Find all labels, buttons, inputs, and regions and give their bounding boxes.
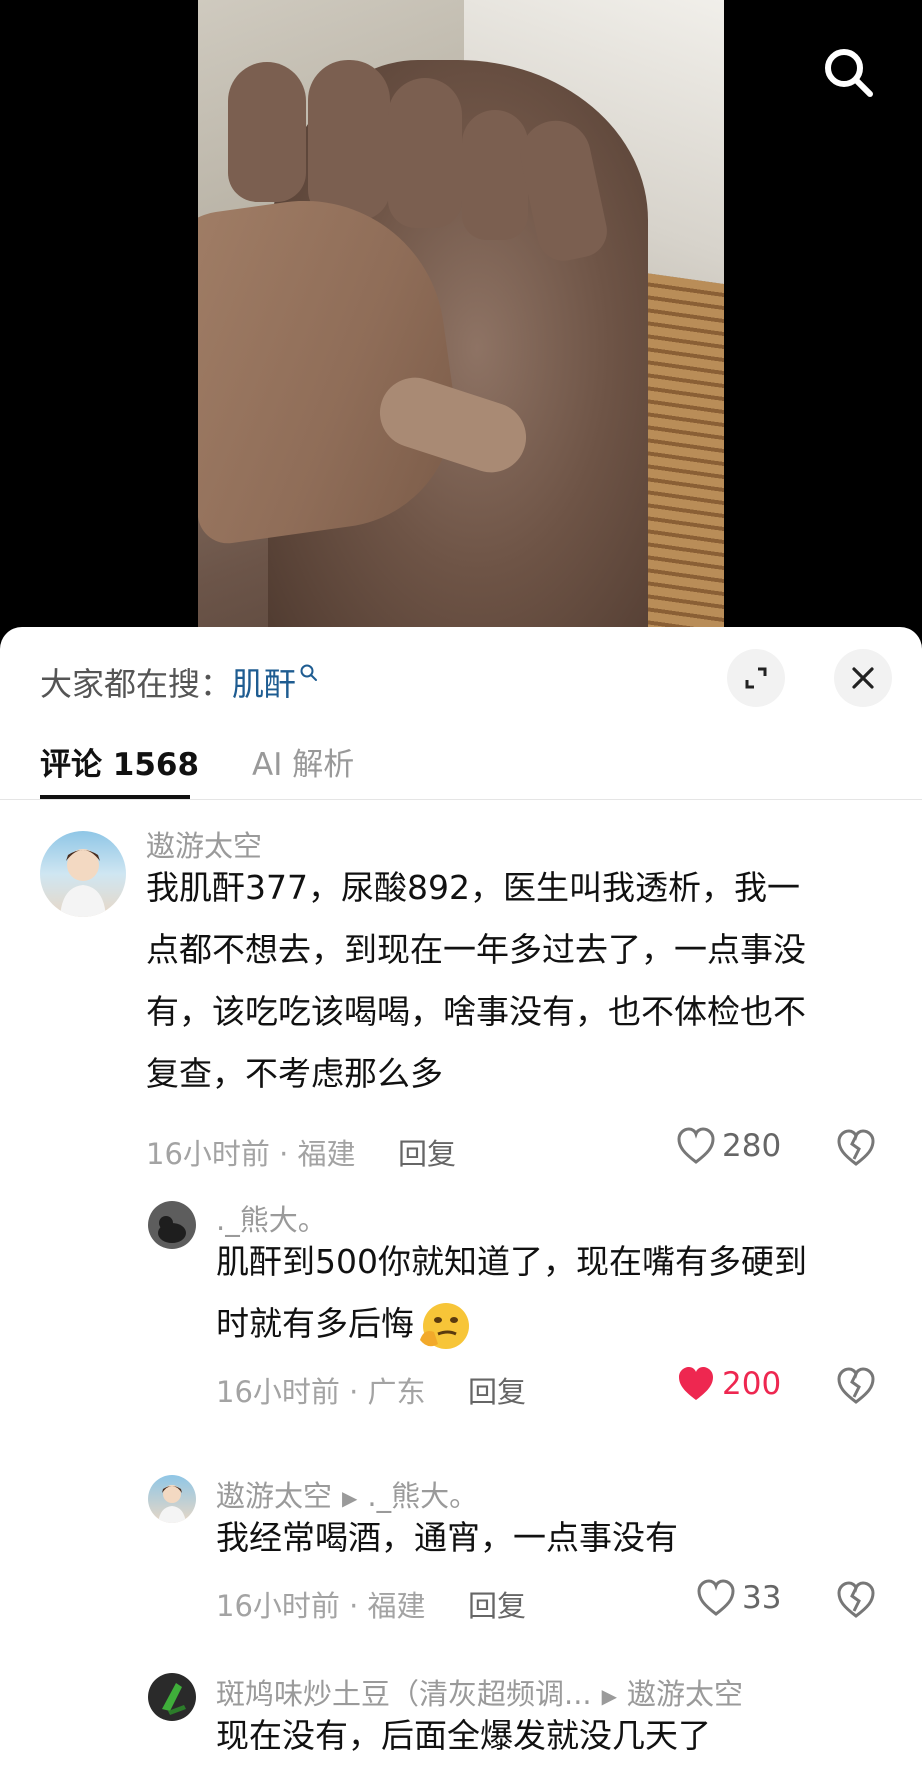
heart-icon (697, 1579, 735, 1616)
comment-text: 我经常喝酒，通宵，一点事没有 (216, 1518, 678, 1557)
trending-prefix: 大家都在搜： (40, 665, 233, 703)
search-icon (825, 49, 873, 97)
expand-icon (745, 667, 767, 689)
comment-text: 肌酐到500你就知道了，现在嘴有多硬到 时就有多后悔 (216, 1231, 896, 1355)
tab-comments[interactable]: 评论 1568 (40, 739, 199, 784)
dislike-button[interactable] (836, 1581, 876, 1623)
broken-heart-icon (837, 1581, 875, 1618)
tab-ai-analysis[interactable]: AI 解析 (252, 739, 354, 784)
comment-panel: 大家都在搜：肌酐 评论 1568 AI 解析 遨游太空 我肌酐377，尿酸892… (0, 627, 922, 1784)
like-button[interactable]: 33 (696, 1579, 781, 1617)
tab-active-indicator (40, 795, 190, 799)
comment-text: 我肌酐377，尿酸892，医生叫我透析，我一 点都不想去，到现在一年多过去了，一… (146, 868, 806, 1093)
comment-meta: 16小时前 · 福建 (216, 1589, 426, 1623)
close-button[interactable] (834, 649, 892, 707)
reply-button[interactable]: 回复 (398, 1131, 456, 1173)
dislike-button[interactable] (836, 1129, 876, 1171)
broken-heart-icon (837, 1367, 875, 1404)
search-small-icon (300, 664, 318, 681)
comment-text: 现在没有，后面全爆发就没几天了 (216, 1716, 711, 1755)
like-count: 200 (722, 1366, 782, 1402)
trending-search[interactable]: 大家都在搜：肌酐 (40, 659, 319, 705)
comment-meta: 16小时前 · 福建 (146, 1137, 356, 1171)
avatar[interactable] (40, 831, 126, 917)
like-count: 33 (742, 1580, 782, 1616)
reply-button[interactable]: 回复 (468, 1369, 526, 1411)
video-frame (198, 0, 724, 640)
dislike-button[interactable] (836, 1367, 876, 1409)
avatar[interactable] (148, 1201, 196, 1249)
like-count: 280 (722, 1128, 782, 1164)
comment-meta: 16小时前 · 广东 (216, 1375, 426, 1409)
like-button[interactable]: 200 (676, 1365, 781, 1403)
heart-icon (677, 1127, 715, 1164)
tab-bar: 评论 1568 AI 解析 (0, 727, 922, 800)
video-player[interactable] (0, 0, 922, 640)
avatar[interactable] (148, 1475, 196, 1523)
search-button[interactable] (820, 44, 876, 100)
like-button[interactable]: 280 (676, 1127, 781, 1165)
heart-filled-icon (679, 1367, 713, 1400)
expand-button[interactable] (727, 649, 785, 707)
thinking-face-icon (420, 1302, 469, 1349)
broken-heart-icon (837, 1129, 875, 1166)
avatar[interactable] (148, 1673, 196, 1721)
reply-button[interactable]: 回复 (468, 1583, 526, 1625)
trending-keyword[interactable]: 肌酐 (232, 665, 296, 703)
close-icon (852, 667, 874, 689)
